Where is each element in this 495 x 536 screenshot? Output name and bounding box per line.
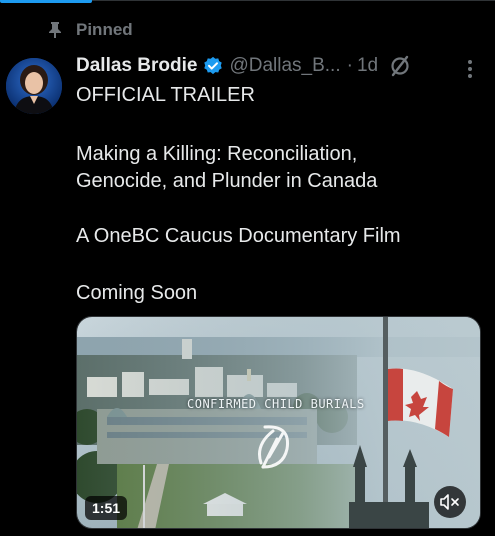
post-text-line: Genocide, and Plunder in Canada (76, 170, 378, 192)
post-text-line: Making a Killing: Reconciliation, (76, 143, 358, 165)
post-text-line: A OneBC Caucus Documentary Film (76, 225, 401, 247)
post-time[interactable]: 1d (357, 55, 378, 77)
video-duration: 1:51 (85, 496, 128, 520)
video-thumbnail (77, 317, 480, 528)
post-text-line: Coming Soon (76, 282, 198, 304)
grok-icon[interactable] (390, 55, 410, 77)
author-handle[interactable]: @Dallas_B... (229, 55, 340, 77)
pinned-indicator (48, 19, 62, 41)
muted-speaker-icon (440, 494, 459, 510)
tab-indicator (0, 0, 92, 3)
mute-button[interactable] (434, 486, 466, 518)
divider (92, 0, 495, 1)
post-header: Dallas Brodie @Dallas_B... · 1d (76, 53, 410, 79)
separator-dot: · (346, 55, 353, 76)
author-name[interactable]: Dallas Brodie (76, 55, 197, 77)
more-options-icon[interactable] (466, 58, 474, 80)
verified-badge-icon (204, 56, 223, 75)
post-text-line: OFFICIAL TRAILER (76, 84, 255, 106)
video-caption: CONFIRMED CHILD BURIALS (187, 397, 365, 411)
avatar[interactable] (6, 58, 62, 114)
pinned-label: Pinned (76, 20, 133, 39)
pin-icon (49, 22, 61, 38)
video-player[interactable]: CONFIRMED CHILD BURIALS 1:51 (76, 316, 481, 529)
